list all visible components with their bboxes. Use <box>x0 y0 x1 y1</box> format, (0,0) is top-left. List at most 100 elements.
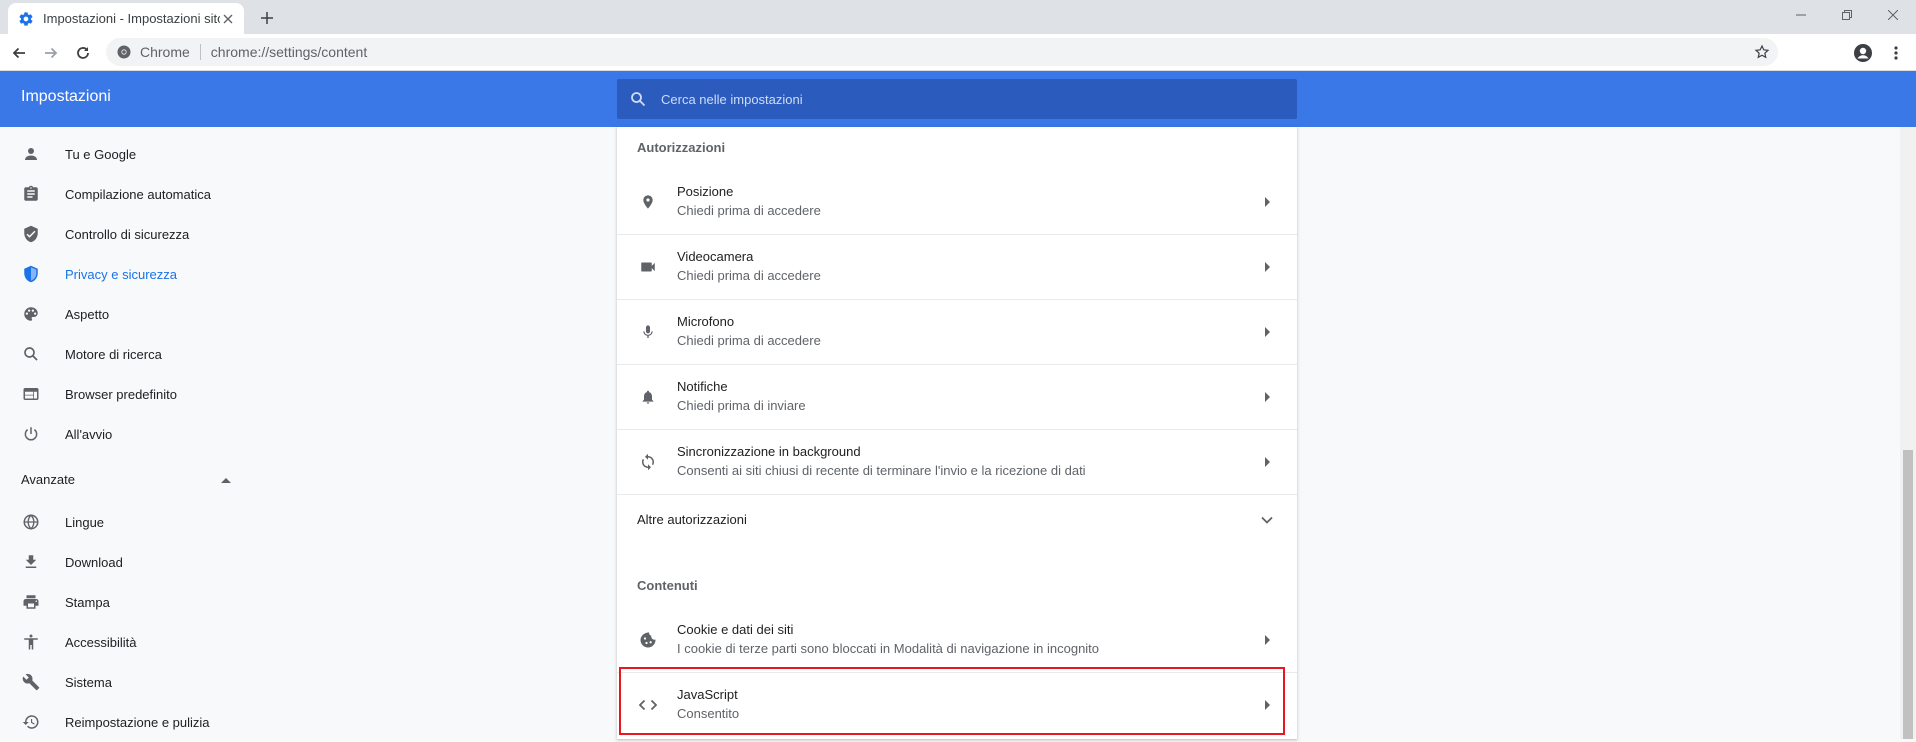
search-icon <box>21 344 41 364</box>
palette-icon <box>21 304 41 324</box>
globe-icon <box>21 512 41 532</box>
row-title: JavaScript <box>677 687 738 702</box>
sidebar-item-label: Controllo di sicurezza <box>65 226 190 242</box>
bell-icon <box>638 387 658 407</box>
more-permissions-expander[interactable]: Altre autorizzazioni <box>617 494 1297 544</box>
advanced-label: Avanzate <box>21 471 75 487</box>
sidebar-item-label: Compilazione automatica <box>65 186 211 202</box>
row-subtitle: I cookie di terze parti sono bloccati in… <box>677 640 1100 656</box>
permission-row-notifications[interactable]: Notifiche Chiedi prima di inviare <box>617 364 1297 429</box>
sidebar-item-printing[interactable]: Stampa <box>0 582 260 622</box>
row-subtitle: Chiedi prima di accedere <box>677 202 821 218</box>
permission-row-background-sync[interactable]: Sincronizzazione in background Consenti … <box>617 429 1297 494</box>
permission-row-location[interactable]: Posizione Chiedi prima di accedere <box>617 169 1297 234</box>
sidebar-item-label: Aspetto <box>65 306 110 322</box>
browser-toolbar: Chrome chrome://settings/content <box>0 34 1916 71</box>
sidebar-item-privacy[interactable]: Privacy e sicurezza <box>0 254 260 294</box>
scrollbar-thumb[interactable] <box>1903 450 1913 739</box>
shield-check-icon <box>21 224 41 244</box>
sidebar-item-search-engine[interactable]: Motore di ricerca <box>0 334 260 374</box>
reload-icon[interactable] <box>69 39 97 67</box>
new-tab-icon[interactable] <box>256 7 278 29</box>
accessibility-icon <box>21 632 41 652</box>
menu-kebab-icon[interactable] <box>1882 39 1910 67</box>
row-title: Cookie e dati dei siti <box>677 621 794 637</box>
forward-arrow-icon[interactable] <box>37 39 65 67</box>
arrow-right-icon <box>1257 630 1277 650</box>
row-subtitle: Consentito <box>677 706 740 721</box>
download-icon <box>21 552 41 572</box>
row-title: Posizione <box>677 183 734 199</box>
profile-avatar-icon[interactable] <box>1849 39 1877 67</box>
row-subtitle: Chiedi prima di inviare <box>677 398 806 413</box>
sidebar-item-label: Accessibilità <box>65 634 137 650</box>
sidebar-item-label: Tu e Google <box>65 146 137 162</box>
arrow-right-icon <box>1257 192 1277 212</box>
sidebar-item-safety-check[interactable]: Controllo di sicurezza <box>0 214 260 254</box>
page-title: Impostazioni <box>21 88 111 105</box>
permission-row-camera[interactable]: Videocamera Chiedi prima di accedere <box>617 234 1297 299</box>
omnibox[interactable]: Chrome chrome://settings/content <box>106 38 1778 66</box>
sidebar-item-languages[interactable]: Lingue <box>0 502 260 542</box>
sync-icon <box>638 452 658 472</box>
row-title: Sincronizzazione in background <box>677 444 861 459</box>
sidebar-item-on-startup[interactable]: All'avvio <box>0 414 260 454</box>
cookie-icon <box>638 630 658 650</box>
wrench-icon <box>21 672 41 692</box>
sidebar-item-accessibility[interactable]: Accessibilità <box>0 622 260 662</box>
sidebar-item-label: Privacy e sicurezza <box>65 266 177 282</box>
restore-icon[interactable] <box>1824 0 1870 30</box>
search-input[interactable] <box>661 91 1261 107</box>
permission-row-microphone[interactable]: Microfono Chiedi prima di accedere <box>617 299 1297 364</box>
code-icon <box>638 695 658 715</box>
omnibox-chip-label: Chrome <box>140 44 190 60</box>
back-arrow-icon[interactable] <box>5 39 33 67</box>
sidebar-item-label: Sistema <box>65 674 112 690</box>
settings-search[interactable] <box>617 79 1297 119</box>
sidebar-item-label: All'avvio <box>65 426 113 442</box>
tab-title: Impostazioni - Impostazioni sito <box>43 11 220 26</box>
arrow-right-icon <box>1257 387 1277 407</box>
sidebar-item-label: Motore di ricerca <box>65 346 162 362</box>
row-subtitle: Chiedi prima di accedere <box>677 333 821 348</box>
row-title: Notifiche <box>677 379 728 394</box>
sidebar-item-system[interactable]: Sistema <box>0 662 260 702</box>
sidebar-item-you-and-google[interactable]: Tu e Google <box>0 134 260 174</box>
sidebar-item-label: Browser predefinito <box>65 386 177 402</box>
chrome-logo-icon <box>116 44 132 60</box>
close-window-icon[interactable] <box>1870 0 1916 30</box>
tab-close-icon[interactable] <box>220 11 236 27</box>
sidebar-item-appearance[interactable]: Aspetto <box>0 294 260 334</box>
sidebar-item-autofill[interactable]: Compilazione automatica <box>0 174 260 214</box>
print-icon <box>21 592 41 612</box>
sidebar-item-label: Reimpostazione e pulizia <box>65 714 210 730</box>
camera-icon <box>638 257 658 277</box>
arrow-right-icon <box>1257 452 1277 472</box>
settings-sidebar: Tu e Google Compilazione automatica Cont… <box>0 127 260 739</box>
sidebar-item-downloads[interactable]: Download <box>0 542 260 582</box>
sidebar-item-label: Stampa <box>65 594 110 610</box>
browser-icon <box>21 384 41 404</box>
settings-header: Impostazioni <box>0 71 1916 127</box>
sidebar-item-label: Lingue <box>65 514 105 530</box>
shield-icon <box>21 264 41 284</box>
omnibox-separator <box>199 44 201 60</box>
contents-section-title: Contenuti <box>637 578 698 593</box>
content-row-cookies[interactable]: Cookie e dati dei siti I cookie di terze… <box>617 607 1297 672</box>
tab-strip: Impostazioni - Impostazioni sito <box>0 0 1916 34</box>
row-subtitle: Consenti ai siti chiusi di recente di te… <box>677 463 1086 478</box>
settings-gear-icon <box>18 11 34 27</box>
minimize-icon[interactable] <box>1778 0 1824 30</box>
more-permissions-label: Altre autorizzazioni <box>637 512 747 527</box>
sidebar-item-default-browser[interactable]: Browser predefinito <box>0 374 260 414</box>
row-title: Microfono <box>677 314 735 329</box>
bookmark-star-icon[interactable] <box>1754 44 1770 60</box>
advanced-toggle[interactable]: Avanzate <box>21 467 231 491</box>
row-title: Videocamera <box>677 249 754 264</box>
row-subtitle: Chiedi prima di accedere <box>677 268 821 283</box>
content-row-javascript[interactable]: JavaScript Consentito <box>617 672 1297 737</box>
history-icon <box>21 712 41 732</box>
sidebar-item-reset[interactable]: Reimpostazione e pulizia <box>0 702 260 742</box>
arrow-right-icon <box>1257 257 1277 277</box>
browser-tab[interactable]: Impostazioni - Impostazioni sito <box>8 3 244 34</box>
